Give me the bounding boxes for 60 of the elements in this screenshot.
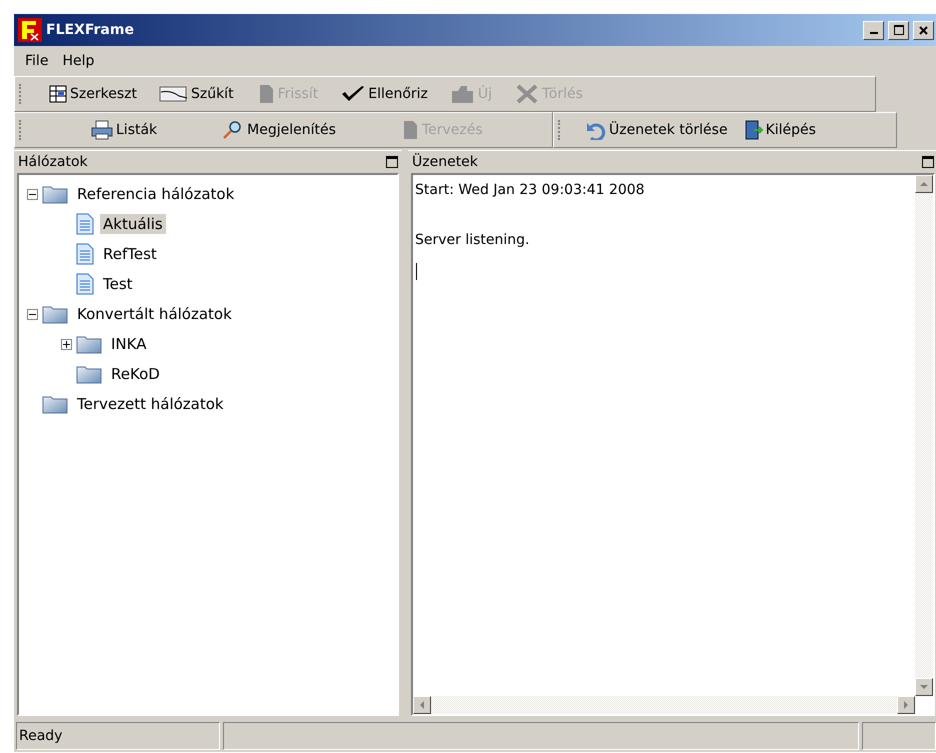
arrow-icon (920, 683, 928, 691)
toolbar-button[interactable]: Ellenőriz (338, 82, 430, 106)
vertical-scrollbar[interactable] (915, 175, 933, 696)
minimize-button[interactable] (863, 20, 884, 40)
arrow-icon (920, 180, 928, 188)
checkmark-icon (340, 84, 366, 104)
folder-icon (76, 334, 102, 354)
status-text: Ready (16, 722, 220, 750)
scroll-up-button[interactable] (915, 175, 933, 193)
plus-icon (63, 340, 70, 348)
app-logo-icon (18, 18, 42, 42)
exit-door-icon (744, 120, 764, 140)
folder-icon (450, 84, 476, 104)
table-icon (48, 84, 68, 104)
collapse-toggle[interactable] (27, 308, 38, 320)
window-title: FLEXFrame (46, 22, 135, 38)
tree-item[interactable]: RefTest (100, 244, 160, 264)
scroll-left-button[interactable] (413, 696, 431, 714)
document-icon (76, 213, 94, 235)
folder-icon (42, 394, 68, 414)
document-icon (76, 273, 94, 295)
horizontal-scrollbar[interactable] (413, 696, 915, 714)
scroll-right-button[interactable] (897, 696, 915, 714)
tree-item[interactable]: Aktuális (100, 214, 166, 234)
panel-title: Üzenetek (412, 154, 478, 170)
folder-icon (42, 184, 68, 204)
message-log[interactable]: Start: Wed Jan 23 09:03:41 2008 Server listening. (411, 173, 935, 716)
toolbar-button[interactable]: Szerkeszt (46, 82, 139, 106)
printer-icon (90, 120, 114, 140)
panel-title: Hálózatok (18, 154, 88, 170)
close-button[interactable] (913, 20, 934, 40)
menu-item[interactable]: File (18, 53, 56, 69)
close-icon (919, 26, 928, 34)
maximize-icon (894, 25, 904, 35)
toolbar-button[interactable]: Kilépés (742, 118, 818, 142)
scroll-down-button[interactable] (915, 678, 933, 696)
float-panel-icon[interactable] (386, 156, 398, 168)
log-line: Start: Wed Jan 23 09:03:41 2008 (414, 181, 646, 200)
maximize-button[interactable] (888, 20, 909, 40)
toolbar-button[interactable]: Megjelenítés (219, 118, 338, 142)
folder-icon (42, 304, 68, 324)
toolbar-button[interactable]: Szűkít (156, 82, 236, 106)
collapse-toggle[interactable] (27, 188, 38, 200)
menu-item[interactable]: Help (55, 53, 102, 69)
folder-icon (76, 364, 102, 384)
expand-toggle[interactable] (61, 338, 72, 350)
tree-item[interactable]: INKA (108, 334, 150, 354)
text-cursor (416, 263, 417, 280)
float-panel-icon[interactable] (922, 156, 934, 168)
toolbar-button[interactable]: Üzenetek törlése (579, 118, 730, 142)
document-icon (76, 243, 94, 265)
tree-item[interactable]: Test (100, 274, 136, 294)
arrow-icon (902, 701, 910, 709)
tree-item[interactable]: Konvertált hálózatok (74, 304, 235, 324)
log-line: Server listening. (414, 231, 531, 250)
tree-item[interactable]: Referencia hálózatok (74, 184, 238, 204)
arrow-icon (418, 701, 426, 709)
tree-item[interactable]: ReKoD (108, 364, 163, 384)
toolbar-button[interactable]: Listák (88, 118, 160, 142)
tree-item[interactable]: Tervezett hálózatok (74, 394, 227, 414)
